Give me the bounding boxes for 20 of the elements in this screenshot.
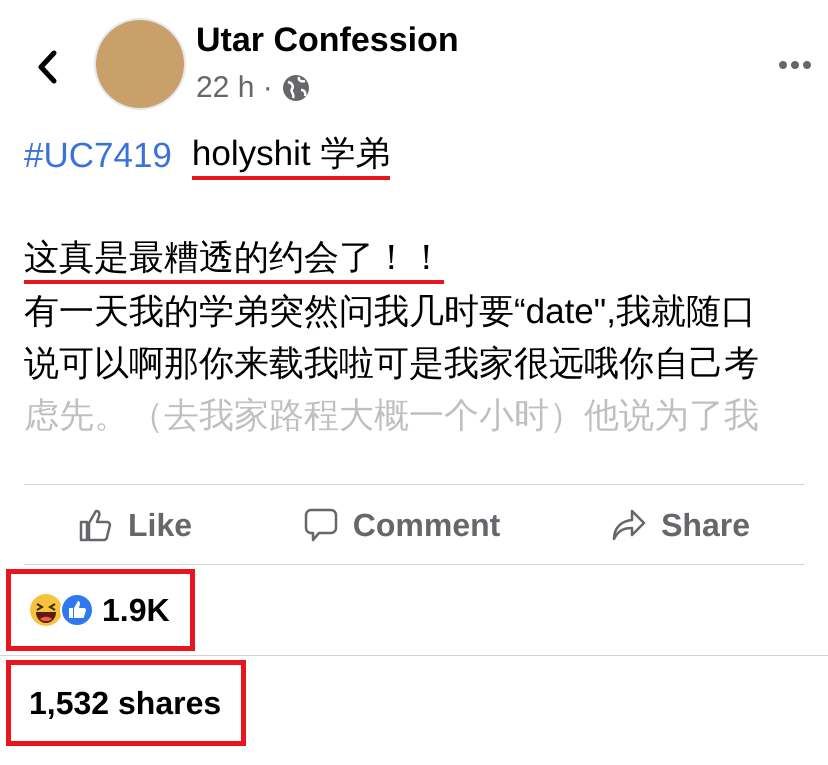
reaction-count: 1.9K — [102, 591, 170, 630]
page-name[interactable]: Utar Confession — [196, 18, 459, 62]
share-button[interactable]: Share — [611, 500, 750, 548]
post-text-line: 虑先。（去我家路程大概一个小时）他说为了我 — [24, 395, 759, 437]
post-time: 22 h · — [196, 70, 273, 106]
more-options-icon[interactable] — [778, 60, 812, 70]
post-text-line: 说可以啊那你来载我啦可是我家很远哦你自己考 — [24, 343, 759, 385]
hashtag-link[interactable]: #UC7419 — [24, 130, 172, 182]
like-reaction-icon — [60, 593, 94, 627]
speech-bubble-icon — [302, 506, 339, 542]
back-icon[interactable] — [36, 50, 58, 84]
reactions-summary[interactable]: 1.9K — [6, 569, 195, 651]
post-text-line: 这真是最糟透的约会了！！ — [24, 236, 444, 284]
comment-button[interactable]: Comment — [302, 500, 500, 548]
post-title: holyshit 学弟 — [192, 132, 390, 180]
like-button[interactable]: Like — [78, 500, 192, 548]
laughing-emoji-icon — [29, 593, 63, 627]
share-count[interactable]: 1,532 shares — [6, 660, 246, 746]
globe-icon — [280, 72, 311, 102]
post-text-line: 有一天我的学弟突然问我几时要“date",我就随口 — [24, 291, 756, 333]
